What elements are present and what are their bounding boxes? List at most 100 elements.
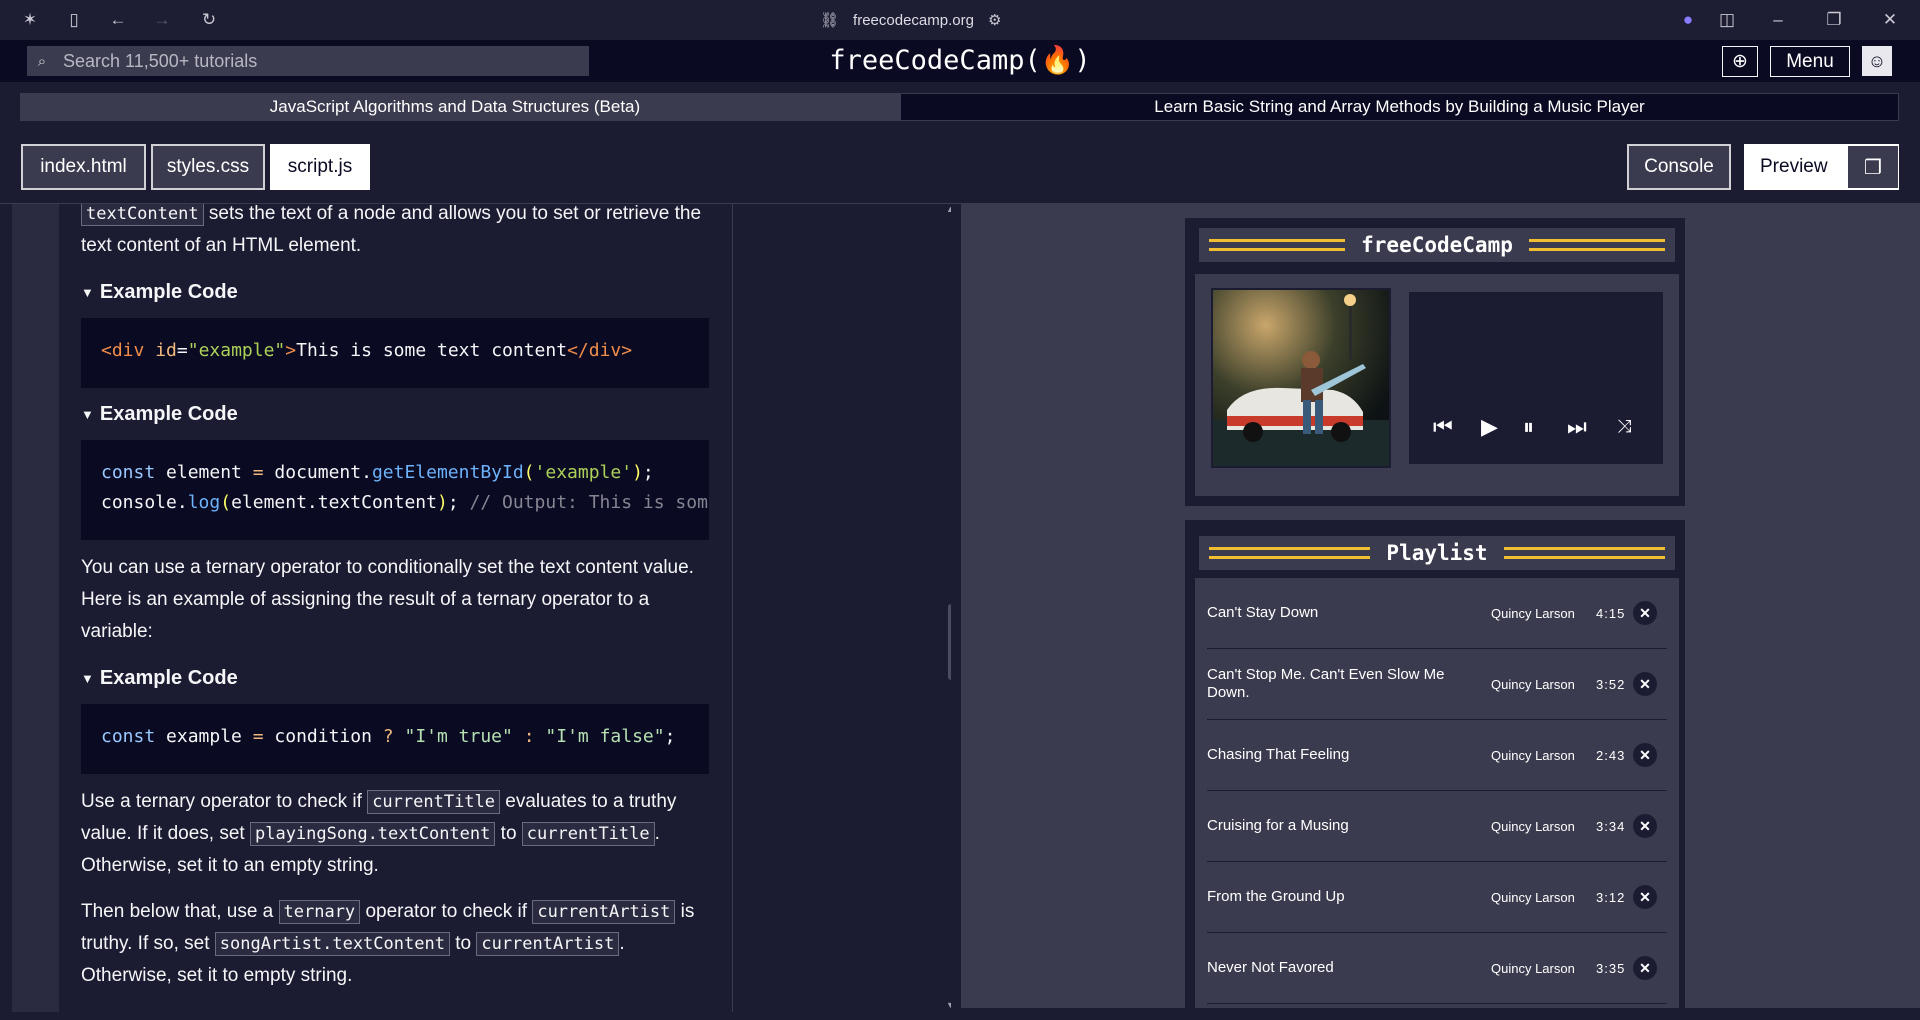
tab-script-js[interactable]: script.js — [270, 144, 370, 190]
tab-label: index.html — [40, 156, 127, 177]
tab-index-html[interactable]: index.html — [21, 144, 146, 190]
song-title: Never Not Favored — [1207, 959, 1334, 976]
code-example-1: <div id="example">This is some text cont… — [81, 318, 709, 388]
delete-song-button[interactable]: ✕ — [1633, 601, 1657, 625]
playlist-song[interactable]: Can't Stay Down Quincy Larson 4:15 ✕ — [1207, 578, 1667, 649]
playlist-title: Playlist — [1386, 541, 1488, 565]
tab-label: script.js — [287, 156, 353, 177]
back-icon[interactable]: ← — [106, 8, 130, 32]
instruction-paragraph: Then below that, use a ternary operator … — [81, 900, 695, 986]
restore-icon[interactable]: ❐ — [1822, 8, 1846, 32]
playlist-song[interactable]: Cruising for a Musing Quincy Larson 3:34… — [1207, 791, 1667, 862]
shuffle-button[interactable]: ⤨ — [1617, 416, 1631, 437]
inline-code: currentArtist — [476, 932, 620, 956]
globe-icon: ⊕ — [1732, 51, 1748, 72]
code-example-3: const example = condition ? "I'm true" :… — [81, 704, 709, 774]
next-button[interactable]: ⏭ — [1567, 414, 1587, 440]
user-avatar-icon: ☺ — [1867, 50, 1887, 71]
music-player: freeCodeCamp ⏮ ▶ ⏸ ⏭ ⤨ — [1183, 216, 1687, 508]
forward-icon[interactable]: → — [150, 8, 174, 32]
player-title: freeCodeCamp — [1361, 233, 1513, 257]
menu-button[interactable]: Menu — [1770, 46, 1850, 77]
reload-icon[interactable]: ↻ — [197, 8, 221, 32]
playlist: Playlist Can't Stay Down Quincy Larson 4… — [1183, 518, 1687, 1008]
caret-down-icon: ▼ — [81, 284, 94, 300]
pane-resize-handle[interactable] — [948, 604, 951, 680]
delete-song-button[interactable]: ✕ — [1633, 743, 1657, 767]
caret-down-icon: ▼ — [81, 670, 94, 686]
link-icon: ⛓ — [820, 12, 840, 29]
scroll-up-icon[interactable]: ▲ — [946, 204, 951, 214]
editor-tabs-bar: index.html styles.css script.js Console … — [0, 132, 1920, 204]
song-artist: Quincy Larson — [1491, 747, 1575, 763]
song-title: Chasing That Feeling — [1207, 746, 1350, 763]
example-code-toggle[interactable]: ▼ Example Code — [81, 278, 709, 306]
breadcrumb-block-label: Learn Basic String and Array Methods by … — [1154, 97, 1645, 116]
album-art-image — [1213, 290, 1389, 466]
caret-down-icon: ▼ — [81, 406, 94, 422]
close-icon[interactable]: ✕ — [1878, 8, 1902, 32]
scroll-down-icon[interactable]: ▼ — [946, 1000, 951, 1010]
menu-label: Menu — [1786, 50, 1834, 72]
delete-song-button[interactable]: ✕ — [1633, 956, 1657, 980]
search-icon: ⌕ — [37, 52, 47, 70]
tab-styles-css[interactable]: styles.css — [151, 144, 265, 190]
song-title: Can't Stay Down — [1207, 604, 1319, 621]
preview-popout-button[interactable]: ❐ — [1848, 146, 1898, 188]
instruction-paragraph: Use a ternary operator to check if curre… — [81, 790, 677, 876]
sidebar-toggle-icon[interactable]: ▯ — [62, 8, 86, 32]
site-logo[interactable]: freeCodeCamp(🔥) — [829, 45, 1090, 76]
song-artist: Quincy Larson — [1491, 889, 1575, 905]
breadcrumb-block[interactable]: Learn Basic String and Array Methods by … — [901, 94, 1898, 120]
language-button[interactable]: ⊕ — [1722, 46, 1758, 77]
site-settings-icon[interactable]: ⚙ — [988, 11, 1001, 29]
extension-icon[interactable]: ● — [1676, 8, 1700, 32]
song-artist: Quincy Larson — [1491, 960, 1575, 976]
side-gutter — [12, 204, 59, 1012]
song-duration: 3:52 — [1596, 676, 1626, 692]
example-code-toggle[interactable]: ▼ Example Code — [81, 400, 709, 428]
song-duration: 4:15 — [1596, 605, 1626, 621]
player-content: ⏮ ▶ ⏸ ⏭ ⤨ — [1195, 274, 1679, 496]
playlist-song[interactable]: Chasing That Feeling Quincy Larson 2:43 … — [1207, 720, 1667, 791]
decorative-lines — [1209, 547, 1371, 559]
breadcrumb-superblock[interactable]: JavaScript Algorithms and Data Structure… — [21, 94, 901, 120]
search-bar[interactable]: ⌕ — [27, 46, 589, 76]
inline-code: ternary — [278, 900, 361, 924]
browser-logo-icon[interactable]: ✶ — [18, 8, 42, 32]
play-button[interactable]: ▶ — [1481, 414, 1498, 440]
playlist-song[interactable]: Can't Stop Me. Can't Even Slow Me Down. … — [1207, 649, 1667, 720]
playlist-header: Playlist — [1199, 536, 1675, 570]
song-title: Cruising for a Musing — [1207, 817, 1349, 834]
popout-icon: ❐ — [1864, 156, 1882, 179]
address-bar[interactable]: ⛓ freecodecamp.org ⚙ — [820, 8, 1001, 32]
song-duration: 2:43 — [1596, 747, 1626, 763]
song-duration: 3:12 — [1596, 889, 1626, 905]
inline-code: songArtist.textContent — [214, 932, 450, 956]
url-text: freecodecamp.org — [853, 11, 974, 29]
minimize-icon[interactable]: – — [1766, 8, 1790, 32]
decorative-lines — [1209, 239, 1346, 251]
site-nav: ⌕ freeCodeCamp(🔥) ⊕ Menu ☺ — [0, 40, 1920, 82]
previous-button[interactable]: ⏮ — [1433, 414, 1453, 440]
delete-song-button[interactable]: ✕ — [1633, 885, 1657, 909]
instructions-panel: textContent sets the text of a node and … — [59, 204, 733, 1012]
playlist-song[interactable]: From the Ground Up Quincy Larson 3:12 ✕ — [1207, 862, 1667, 933]
pause-button[interactable]: ⏸ — [1523, 414, 1534, 440]
code-example-2: const element = document.getElementById(… — [81, 440, 709, 540]
delete-song-button[interactable]: ✕ — [1633, 814, 1657, 838]
inline-code: currentTitle — [367, 790, 501, 814]
playlist-song[interactable]: Never Not Favored Quincy Larson 3:35 ✕ — [1207, 933, 1667, 1004]
delete-song-button[interactable]: ✕ — [1633, 672, 1657, 696]
avatar[interactable]: ☺ — [1862, 46, 1892, 76]
inline-code: currentTitle — [521, 822, 655, 846]
example-title: Example Code — [99, 402, 238, 425]
instruction-paragraph: textContent sets the text of a node and … — [81, 204, 709, 262]
split-view-icon[interactable]: ◫ — [1715, 8, 1739, 32]
search-input[interactable] — [57, 50, 577, 72]
instruction-paragraph: You can use a ternary operator to condit… — [81, 557, 694, 642]
example-title: Example Code — [99, 666, 238, 689]
console-button[interactable]: Console — [1627, 144, 1731, 190]
song-artist: Quincy Larson — [1491, 676, 1575, 692]
example-code-toggle[interactable]: ▼ Example Code — [81, 664, 709, 692]
